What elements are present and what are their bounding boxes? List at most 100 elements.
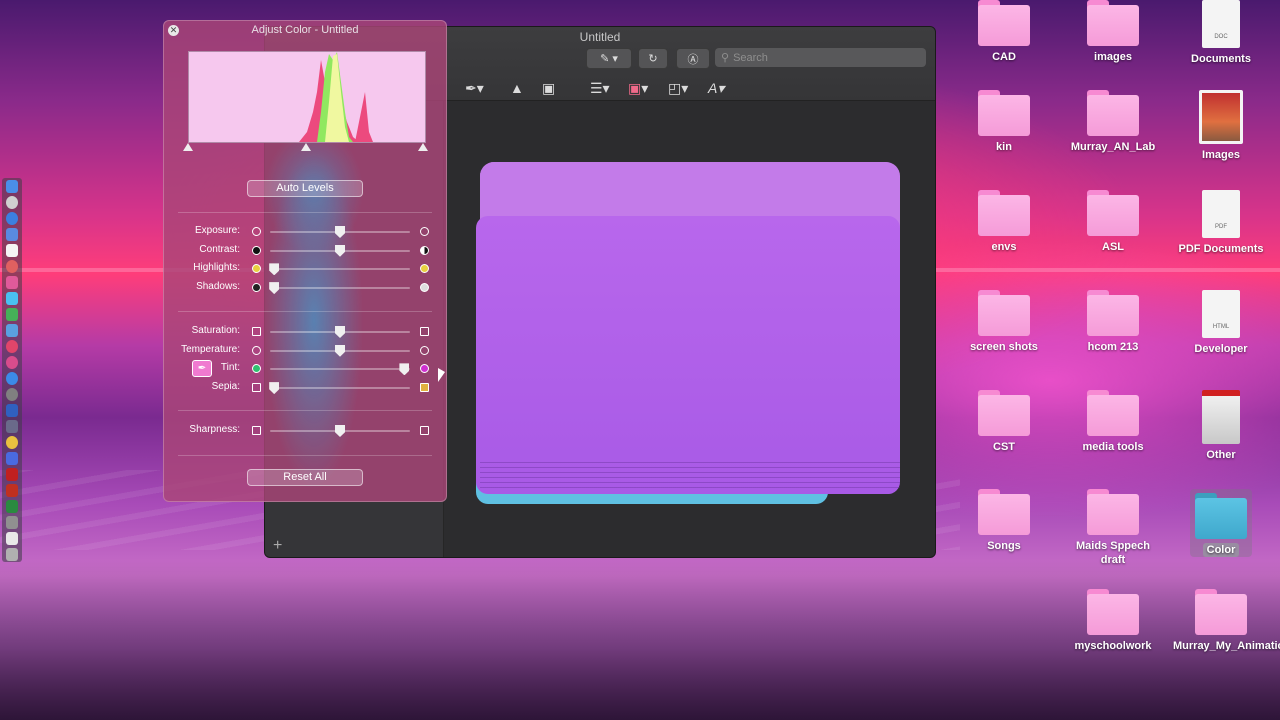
search-field[interactable]: ⚲ Search	[715, 48, 926, 67]
appstore-icon[interactable]	[6, 372, 18, 385]
rotate-button[interactable]: ↻	[638, 48, 668, 69]
desktop-item[interactable]: Maids Sppech draft	[1065, 489, 1161, 567]
slider-track[interactable]	[270, 387, 410, 390]
reset-all-button[interactable]: Reset All	[247, 469, 363, 486]
drive-icon	[1202, 390, 1240, 444]
desktop-item[interactable]: Other	[1173, 390, 1269, 462]
desktop-item[interactable]: PDF PDF Documents	[1173, 190, 1269, 256]
desktop-item[interactable]: CST	[956, 390, 1052, 454]
add-page-button[interactable]: +	[273, 537, 282, 555]
safari-icon[interactable]	[6, 196, 18, 209]
auto-levels-button[interactable]: Auto Levels	[247, 180, 363, 197]
folder-front	[476, 216, 900, 494]
white-point-handle[interactable]	[418, 143, 428, 151]
desktop-item[interactable]: envs	[956, 190, 1052, 254]
adjust-size-button[interactable]: ▣	[542, 79, 555, 97]
itunes-icon[interactable]	[6, 356, 18, 369]
contrast-low-icon	[252, 245, 261, 255]
help-icon[interactable]	[6, 420, 18, 433]
desktop-item[interactable]: HTML Developer	[1173, 290, 1269, 356]
slider-thumb[interactable]	[335, 326, 345, 338]
file-type-badge: HTML	[1212, 324, 1230, 330]
border-color-button[interactable]: ▣▾	[628, 79, 648, 97]
signature-button[interactable]: ✒▾	[465, 79, 484, 97]
highlights-low-icon	[252, 264, 261, 274]
desktop-item[interactable]: media tools	[1065, 390, 1161, 454]
folder-icon	[1087, 190, 1139, 236]
facetime-icon[interactable]	[6, 308, 18, 321]
adjust-color-button[interactable]: ▲	[510, 79, 524, 97]
black-point-handle[interactable]	[183, 143, 193, 151]
sepia-low-icon	[252, 383, 261, 393]
app-icon[interactable]	[6, 452, 18, 465]
slider-track[interactable]	[270, 368, 410, 371]
desktop-item[interactable]: hcom 213	[1065, 290, 1161, 354]
desktop-item-label: media tools	[1082, 441, 1144, 453]
notes-icon[interactable]	[6, 244, 18, 257]
desktop-item[interactable]: Images	[1173, 90, 1269, 162]
midpoint-handle[interactable]	[301, 143, 311, 151]
word-icon[interactable]	[6, 404, 18, 417]
desktop-item-label: ASL	[1102, 241, 1124, 253]
desktop-item[interactable]: CAD	[956, 0, 1052, 64]
highlights-high-icon	[420, 264, 429, 274]
photos-icon[interactable]	[6, 260, 18, 273]
desktop-item[interactable]: myschoolwork	[1065, 589, 1161, 653]
desktop-item[interactable]: DOC Documents	[1173, 0, 1269, 66]
calendar-icon[interactable]	[6, 228, 18, 241]
disk-icon[interactable]	[6, 516, 18, 529]
desktop-item[interactable]: Murray_AN_Lab	[1065, 90, 1161, 154]
slider-thumb[interactable]	[335, 226, 345, 238]
markup-toolbar-button[interactable]: Ⓐ	[676, 48, 710, 69]
slider-thumb[interactable]	[399, 363, 410, 376]
desktop-item[interactable]: Murray_My_Animation	[1173, 589, 1280, 653]
shape-style-button[interactable]: ☰▾	[590, 79, 610, 97]
excel-icon[interactable]	[6, 500, 18, 513]
music-icon[interactable]	[6, 276, 18, 289]
slider-row-temperature: Temperature:	[164, 343, 446, 359]
desktop-item-label: Color	[1190, 543, 1252, 557]
histogram	[188, 51, 426, 143]
photo-stack-icon	[1199, 90, 1243, 144]
markup-pen-button[interactable]: ✎ ▾	[586, 48, 632, 69]
chrome-icon[interactable]	[6, 436, 18, 449]
slider-thumb[interactable]	[269, 263, 280, 276]
desktop-item[interactable]: Color	[1190, 489, 1252, 557]
acrobat-icon[interactable]	[6, 468, 18, 481]
fill-color-button[interactable]: ◰▾	[668, 79, 688, 97]
text-style-button[interactable]: A▾	[708, 79, 724, 97]
trash-icon[interactable]	[6, 548, 18, 561]
slider-thumb[interactable]	[269, 382, 280, 395]
folder-stripes	[480, 462, 900, 492]
desktop-item[interactable]: kin	[956, 90, 1052, 154]
slider-thumb[interactable]	[335, 425, 345, 437]
desktop-item-label: Other	[1206, 449, 1236, 461]
messages-icon[interactable]	[6, 292, 18, 305]
slider-track[interactable]	[270, 287, 410, 290]
document-icon[interactable]	[6, 532, 18, 545]
compass-icon[interactable]	[6, 212, 18, 225]
panel-title: Adjust Color - Untitled	[251, 24, 359, 36]
desktop-item[interactable]: Songs	[956, 489, 1052, 553]
slider-thumb[interactable]	[335, 344, 345, 357]
slider-row-sepia: Sepia:	[164, 380, 446, 396]
slider-row-highlights: Highlights:	[164, 261, 446, 277]
slider-thumb[interactable]	[335, 244, 345, 257]
folder-tab	[480, 162, 620, 210]
slider-thumb[interactable]	[269, 282, 280, 295]
desktop-item[interactable]: images	[1065, 0, 1161, 64]
slider-track[interactable]	[270, 268, 410, 271]
folder-icon	[1087, 90, 1139, 136]
news-icon[interactable]	[6, 340, 18, 353]
settings-icon[interactable]	[6, 388, 18, 401]
folder-icon	[978, 390, 1030, 436]
slider-label: Highlights:	[193, 262, 240, 274]
slider-row-tint: Tint:	[164, 361, 446, 377]
filezilla-icon[interactable]	[6, 484, 18, 497]
dock	[2, 178, 22, 562]
desktop-item[interactable]: screen shots	[956, 290, 1052, 354]
maps-icon[interactable]	[6, 324, 18, 337]
finder-icon[interactable]	[6, 180, 18, 193]
desktop-item[interactable]: ASL	[1065, 190, 1161, 254]
slider-row-sharpness: Sharpness:	[164, 423, 446, 439]
